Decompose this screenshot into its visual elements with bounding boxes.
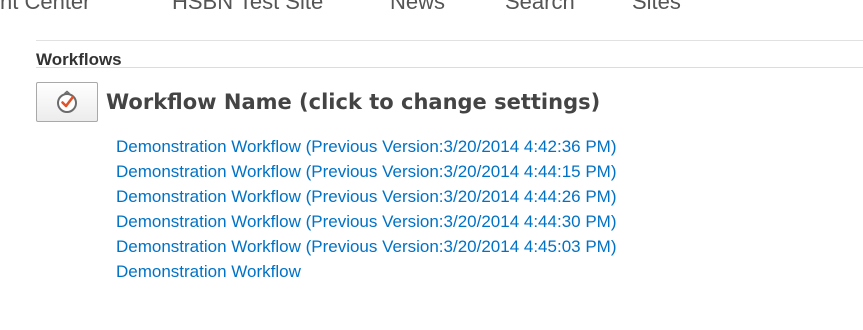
workflow-link[interactable]: Demonstration Workflow (Previous Version… bbox=[116, 137, 617, 156]
workflow-check-icon bbox=[55, 90, 79, 114]
list-item: Demonstration Workflow (Previous Version… bbox=[116, 184, 617, 209]
workflow-link[interactable]: Demonstration Workflow (Previous Version… bbox=[116, 162, 617, 181]
list-item: Demonstration Workflow (Previous Version… bbox=[116, 209, 617, 234]
workflow-link[interactable]: Demonstration Workflow (Previous Version… bbox=[116, 187, 617, 206]
nav-item-news[interactable]: News bbox=[390, 0, 445, 18]
workflows-section-header: Workflows bbox=[36, 40, 863, 69]
workflow-name-column-heading[interactable]: Workflow Name (click to change settings) bbox=[106, 88, 600, 116]
top-navigation: nt Center HSBN Test Site News Search Sit… bbox=[0, 0, 863, 18]
workflow-link[interactable]: Demonstration Workflow (Previous Version… bbox=[116, 212, 617, 231]
workflow-link[interactable]: Demonstration Workflow (Previous Version… bbox=[116, 237, 617, 256]
section-title: Workflows bbox=[36, 50, 122, 69]
list-item: Demonstration Workflow bbox=[116, 259, 617, 284]
list-item: Demonstration Workflow (Previous Version… bbox=[116, 234, 617, 259]
nav-item-sites[interactable]: Sites bbox=[632, 0, 681, 18]
list-item: Demonstration Workflow (Previous Version… bbox=[116, 134, 617, 159]
list-item: Demonstration Workflow (Previous Version… bbox=[116, 159, 617, 184]
workflows-section: Workflows Workflow Name (click to change… bbox=[36, 40, 863, 330]
workflow-link[interactable]: Demonstration Workflow bbox=[116, 262, 301, 281]
workflow-settings-button[interactable] bbox=[36, 82, 98, 122]
workflow-list: Demonstration Workflow (Previous Version… bbox=[116, 134, 617, 284]
nav-item-account-center[interactable]: nt Center bbox=[0, 0, 91, 18]
nav-item-hsbn-test-site[interactable]: HSBN Test Site bbox=[172, 0, 323, 18]
nav-item-search[interactable]: Search bbox=[505, 0, 575, 18]
